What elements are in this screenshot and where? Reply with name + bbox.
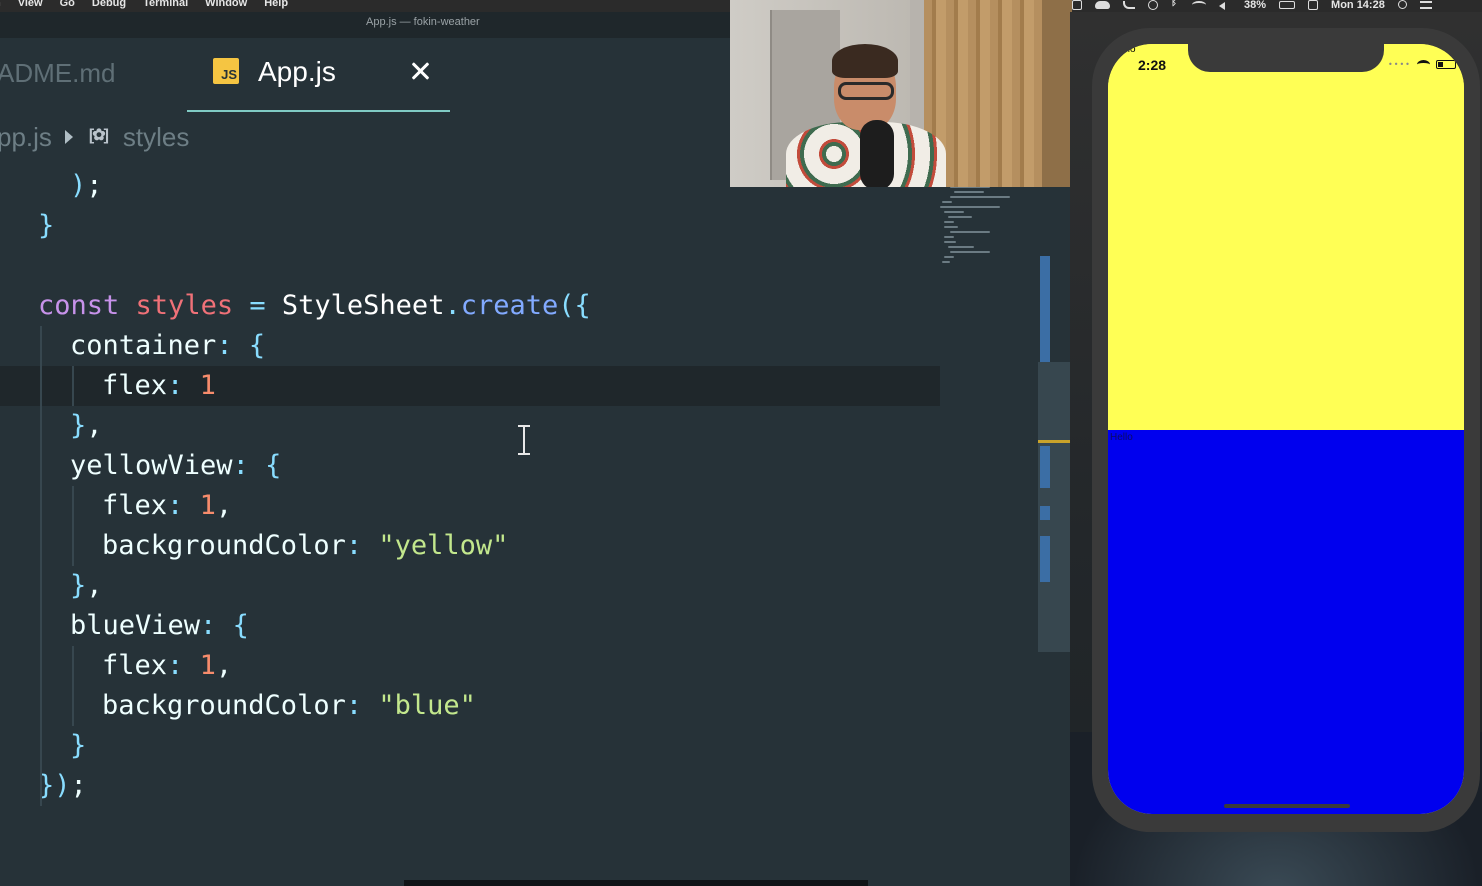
minimap-line — [944, 236, 954, 238]
yellow-view: ello — [1108, 44, 1464, 430]
ios-simulator-screen[interactable]: ello Hello 2:28 •••• — [1108, 44, 1464, 814]
time-machine-icon[interactable] — [1148, 0, 1158, 10]
indent-guide — [40, 326, 42, 806]
chevron-right-icon — [64, 130, 73, 144]
minimap-line — [944, 256, 954, 258]
javascript-file-icon: JS — [213, 58, 239, 84]
code-editor[interactable]: );} const styles = StyleSheet.create({con… — [0, 166, 1040, 866]
minimap-line — [948, 246, 974, 248]
breadcrumb: pp.js styles — [0, 116, 189, 158]
minimap[interactable] — [938, 186, 1038, 268]
app-status-icon[interactable] — [1123, 0, 1135, 9]
yellow-view-text: ello — [1120, 44, 1136, 55]
blue-view: Hello — [1108, 430, 1464, 814]
code-line[interactable]: container: { — [0, 326, 940, 366]
indent-guide — [72, 646, 74, 726]
phone-status-time: 2:28 — [1138, 57, 1167, 73]
menu-item-help[interactable]: Help — [264, 0, 288, 9]
code-line[interactable]: }, — [0, 406, 940, 446]
battery-percent[interactable]: 38% — [1244, 0, 1266, 11]
microphone-icon — [860, 120, 894, 187]
code-line[interactable]: yellowView: { — [0, 446, 940, 486]
code-line[interactable]: backgroundColor: "yellow" — [0, 526, 940, 566]
phone-battery-icon — [1435, 60, 1456, 69]
minimap-line — [948, 216, 972, 218]
bluetooth-icon[interactable] — [1171, 0, 1179, 10]
menubar-clock[interactable]: Mon 14:28 — [1331, 0, 1385, 11]
minimap-line — [950, 231, 990, 233]
minimap-line — [942, 261, 950, 263]
code-line[interactable]: } — [0, 206, 940, 246]
blue-view-text: Hello — [1110, 432, 1133, 443]
minimap-line — [944, 241, 956, 243]
close-icon[interactable] — [409, 60, 431, 82]
window-titlebar: App.js — fokin-weather — [0, 12, 730, 38]
breadcrumb-symbol[interactable]: styles — [123, 122, 189, 153]
breadcrumb-file[interactable]: pp.js — [0, 122, 52, 153]
phone-wifi-icon — [1416, 60, 1430, 69]
minimap-line — [944, 221, 954, 223]
tab-readme[interactable]: ADME.md — [0, 58, 115, 89]
minimap-line — [942, 201, 952, 203]
code-line[interactable]: } — [0, 726, 940, 766]
code-line[interactable]: }, — [0, 566, 940, 606]
code-line[interactable]: blueView: { — [0, 606, 940, 646]
volume-icon[interactable] — [1219, 0, 1231, 10]
presenter-hair — [832, 44, 898, 78]
overview-ruler-mark — [1040, 506, 1050, 520]
indent-guide — [72, 486, 74, 566]
code-line[interactable]: }); — [0, 766, 940, 806]
menu-item-terminal[interactable]: Terminal — [143, 0, 188, 9]
code-line-active[interactable]: flex: 1 — [0, 366, 940, 406]
menu-item-partial[interactable]: n — [0, 0, 1, 9]
presenter-glasses — [838, 82, 894, 100]
spotlight-search-icon[interactable] — [1397, 0, 1407, 9]
code-line[interactable]: const styles = StyleSheet.create({ — [0, 286, 940, 326]
menu-item-view[interactable]: View — [18, 0, 43, 9]
webcam-overlay — [730, 0, 1072, 187]
indent-guide — [72, 366, 74, 406]
home-indicator[interactable] — [1224, 804, 1350, 808]
menu-item-go[interactable]: Go — [60, 0, 75, 9]
text-cursor-icon — [517, 425, 531, 455]
minimap-line — [954, 191, 984, 193]
minimap-line — [944, 211, 964, 213]
code-line[interactable] — [0, 246, 940, 286]
code-line[interactable]: flex: 1, — [0, 486, 940, 526]
input-source-icon[interactable] — [1308, 0, 1319, 10]
minimap-line — [944, 226, 958, 228]
code-line[interactable]: backgroundColor: "blue" — [0, 686, 940, 726]
screen-capture-icon[interactable] — [1072, 0, 1082, 10]
tab-app-js-label: App.js — [258, 56, 336, 87]
wifi-icon[interactable] — [1192, 0, 1206, 9]
phone-notch — [1188, 44, 1384, 72]
battery-icon[interactable] — [1279, 0, 1296, 9]
webcam-presenter — [776, 40, 946, 187]
signal-icon: •••• — [1388, 60, 1411, 69]
editor-tab-bar: ADME.md JS App.js — [0, 38, 730, 112]
status-menu-area: 38% Mon 14:28 — [1072, 0, 1482, 12]
overview-ruler-mark — [1040, 256, 1050, 362]
overview-ruler-mark — [1040, 536, 1050, 582]
minimap-line — [950, 196, 1010, 198]
menu-item-window[interactable]: Window — [205, 0, 247, 9]
window-title: App.js — fokin-weather — [366, 16, 480, 28]
minimap-line — [940, 206, 1000, 208]
cloud-icon[interactable] — [1095, 0, 1110, 9]
menu-item-debug[interactable]: Debug — [92, 0, 126, 9]
webcam-wood-edge — [1042, 0, 1072, 187]
overview-ruler-cursor — [1038, 440, 1070, 443]
code-line[interactable]: flex: 1, — [0, 646, 940, 686]
minimap-line — [950, 251, 990, 253]
tab-app-js[interactable]: JS App.js — [187, 38, 450, 112]
symbol-variable-icon — [89, 125, 119, 147]
notification-center-icon[interactable] — [1419, 0, 1432, 9]
phone-status-icons: •••• — [1388, 60, 1456, 69]
overview-ruler-mark — [1040, 446, 1050, 488]
horizontal-scrollbar[interactable] — [404, 880, 868, 886]
